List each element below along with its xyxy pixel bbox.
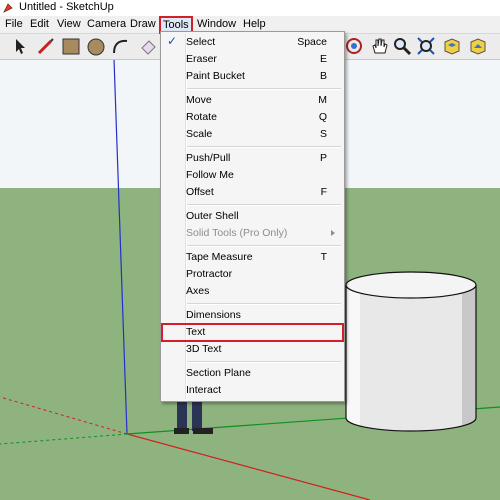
- menu-item-solid-tools: Solid Tools (Pro Only): [162, 225, 343, 242]
- menu-item-eraser[interactable]: Eraser E: [162, 51, 343, 68]
- menu-item-3d-text[interactable]: 3D Text: [162, 341, 343, 358]
- select-arrow-icon[interactable]: [10, 36, 30, 56]
- red-axis-line: [126, 433, 371, 500]
- menu-item-paint-bucket[interactable]: Paint Bucket B: [162, 68, 343, 85]
- menu-item-push-pull[interactable]: Push/Pull P: [162, 150, 343, 167]
- menu-item-scale[interactable]: Scale S: [162, 126, 343, 143]
- menu-help[interactable]: Help: [243, 18, 266, 30]
- orbit-icon[interactable]: [344, 36, 364, 56]
- menu-item-outer-shell[interactable]: Outer Shell: [162, 208, 343, 225]
- sketchup-logo-icon: [3, 3, 13, 13]
- menu-item-tape-measure[interactable]: Tape Measure T: [162, 249, 343, 266]
- menu-item-follow-me[interactable]: Follow Me: [162, 167, 343, 184]
- next-view-icon[interactable]: [468, 36, 488, 56]
- menu-separator: [187, 245, 341, 247]
- menu-item-dimensions[interactable]: Dimensions: [162, 307, 343, 324]
- menu-item-section-plane[interactable]: Section Plane: [162, 365, 343, 382]
- rectangle-icon[interactable]: [61, 36, 81, 56]
- blue-axis-line: [113, 60, 128, 435]
- tools-dropdown-menu: ✓ Select Space Eraser E Paint Bucket B M…: [160, 31, 345, 402]
- zoom-magnifier-icon[interactable]: [392, 36, 412, 56]
- menu-item-axes[interactable]: Axes: [162, 283, 343, 300]
- menu-item-rotate[interactable]: Rotate Q: [162, 109, 343, 126]
- red-axis-dashed: [0, 396, 128, 435]
- checkmark-icon: ✓: [167, 34, 178, 48]
- menu-edit[interactable]: Edit: [30, 18, 49, 30]
- menu-draw[interactable]: Draw: [130, 18, 156, 30]
- pan-hand-icon[interactable]: [369, 36, 389, 56]
- menu-item-offset[interactable]: Offset F: [162, 184, 343, 201]
- menu-item-text[interactable]: Text: [161, 323, 344, 342]
- menu-item-move[interactable]: Move M: [162, 92, 343, 109]
- eraser-icon[interactable]: [138, 36, 158, 56]
- menu-item-protractor[interactable]: Protractor: [162, 266, 343, 283]
- menu-view[interactable]: View: [57, 18, 81, 30]
- menu-item-select[interactable]: ✓ Select Space: [162, 34, 343, 51]
- arc-icon[interactable]: [110, 36, 130, 56]
- menu-window[interactable]: Window: [197, 18, 236, 30]
- circle-icon[interactable]: [86, 36, 106, 56]
- zoom-extents-icon[interactable]: [416, 36, 436, 56]
- window-title: Untitled - SketchUp: [19, 1, 114, 13]
- menu-file[interactable]: File: [5, 18, 23, 30]
- previous-view-icon[interactable]: [442, 36, 462, 56]
- green-axis-dashed: [0, 433, 128, 445]
- menu-separator: [187, 146, 341, 148]
- pencil-line-icon[interactable]: [36, 36, 56, 56]
- menu-separator: [187, 204, 341, 206]
- menu-separator: [187, 88, 341, 90]
- menu-separator: [187, 361, 341, 363]
- cylinder-model: [345, 271, 477, 432]
- submenu-arrow-icon: [331, 230, 335, 236]
- menu-camera[interactable]: Camera: [87, 18, 126, 30]
- title-bar: Untitled - SketchUp: [0, 0, 500, 17]
- menu-separator: [187, 303, 341, 305]
- menu-item-interact[interactable]: Interact: [162, 382, 343, 399]
